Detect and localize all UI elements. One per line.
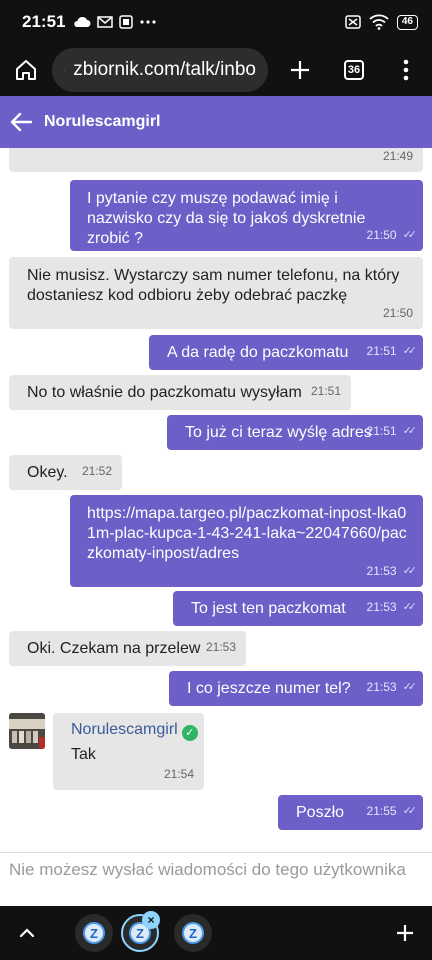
message-time: 21:50 xyxy=(382,306,413,320)
message-outgoing: To już ci teraz wyślę adres 21:51 ✓✓ xyxy=(167,415,423,450)
read-receipt-icon: ✓✓ xyxy=(402,425,418,437)
message-meta: 21:50 ✓✓ xyxy=(366,225,418,245)
tab-zbiornik-3[interactable]: Z xyxy=(174,914,212,952)
message-meta: 21:49 xyxy=(383,148,413,166)
status-notification-icons xyxy=(73,15,157,29)
message-sender[interactable]: Norulescamgirl ✓ xyxy=(71,720,204,741)
bottom-tab-strip: Z Z × Z xyxy=(0,906,432,960)
message-time: 21:53 xyxy=(366,680,397,694)
news-icon xyxy=(119,15,134,29)
message-meta: 21:51 ✓✓ xyxy=(366,421,418,441)
message-meta: 21:53 ✓✓ xyxy=(366,597,418,617)
message-meta: 21:55 ✓✓ xyxy=(366,801,418,821)
message-time: 21:49 xyxy=(382,149,413,163)
zbiornik-favicon-icon: Z xyxy=(182,922,204,944)
overflow-menu-icon xyxy=(403,59,409,81)
message-text: Tak xyxy=(71,746,96,763)
message-time: 21:51 xyxy=(310,384,341,398)
more-dots-icon xyxy=(140,20,157,24)
browser-toolbar: zbiornik.com/talk/inbo 36 xyxy=(0,44,432,96)
expand-tabs-button[interactable] xyxy=(14,920,40,946)
message-meta: 21:54 xyxy=(164,764,194,784)
status-bar: 21:51 46 xyxy=(0,0,432,44)
message-time: 21:53 xyxy=(205,640,236,654)
tab-switcher-icon: 36 xyxy=(344,60,364,80)
new-tab-button[interactable] xyxy=(282,52,318,88)
plus-icon xyxy=(397,925,413,941)
verified-icon: ✓ xyxy=(181,725,198,741)
close-tab-icon[interactable]: × xyxy=(142,911,160,929)
gmail-icon xyxy=(97,16,114,28)
no-reply-notice: Nie możesz wysłać wiadomości do tego uży… xyxy=(9,860,406,879)
message-outgoing: To jest ten paczkomat 21:53 ✓✓ xyxy=(173,591,423,626)
home-icon xyxy=(16,60,36,80)
tab-switcher-button[interactable]: 36 xyxy=(336,52,372,88)
zbiornik-favicon-icon: Z xyxy=(83,922,105,944)
message-outgoing: https://mapa.targeo.pl/paczkomat-inpost-… xyxy=(70,495,423,587)
message-time: 21:51 xyxy=(366,344,397,358)
back-arrow-icon[interactable] xyxy=(10,112,32,132)
message-time: 21:50 xyxy=(366,228,397,242)
chat-header: Norulescamgirl xyxy=(0,96,432,148)
message-incoming: Oki. Czekam na przelew 21:53 xyxy=(9,631,246,666)
new-tab-icon xyxy=(291,61,309,79)
status-system-icons: 46 xyxy=(345,14,418,30)
avatar[interactable] xyxy=(9,713,45,749)
status-time: 21:51 xyxy=(22,12,66,31)
message-text: No to właśnie do paczkomatu wysyłam xyxy=(27,384,302,401)
message-time: 21:53 xyxy=(366,564,397,578)
message-incoming: Norulescamgirl ✓ Tak 21:54 xyxy=(53,713,204,790)
battery-icon: 46 xyxy=(396,14,418,30)
read-receipt-icon: ✓✓ xyxy=(402,601,418,613)
message-incoming: Okey. 21:52 xyxy=(9,455,122,490)
site-info-icon[interactable] xyxy=(64,60,66,80)
chevron-up-icon xyxy=(19,928,35,938)
message-meta: 21:52 xyxy=(82,461,112,481)
tab-zbiornik-1[interactable]: Z xyxy=(75,914,113,952)
message-incoming: 21:49 xyxy=(9,148,423,172)
message-outgoing: Poszło 21:55 ✓✓ xyxy=(278,795,423,830)
read-receipt-icon: ✓✓ xyxy=(402,681,418,693)
message-meta: 21:53 ✓✓ xyxy=(366,561,418,581)
message-sender-name[interactable]: Norulescamgirl xyxy=(71,721,178,738)
message-outgoing: I co jeszcze numer tel? 21:53 ✓✓ xyxy=(169,671,423,706)
message-time: 21:55 xyxy=(366,804,397,818)
message-text: I pytanie czy muszę podawać imię i nazwi… xyxy=(87,190,366,247)
message-meta: 21:53 ✓✓ xyxy=(366,677,418,697)
silent-icon xyxy=(345,15,361,29)
read-receipt-icon: ✓✓ xyxy=(402,805,418,817)
home-button[interactable] xyxy=(8,52,44,88)
message-meta: 21:51 xyxy=(311,381,341,401)
message-time: 21:53 xyxy=(366,600,397,614)
message-incoming: No to właśnie do paczkomatu wysyłam 21:5… xyxy=(9,375,351,410)
message-text: Nie musisz. Wystarczy sam numer telefonu… xyxy=(27,267,400,304)
read-receipt-icon: ✓✓ xyxy=(402,229,418,241)
message-list[interactable]: 21:49 I pytanie czy muszę podawać imię i… xyxy=(0,148,432,852)
url-text[interactable]: zbiornik.com/talk/inbo xyxy=(73,59,256,81)
message-meta: 21:50 xyxy=(383,303,413,323)
overflow-menu-button[interactable] xyxy=(388,52,424,88)
message-time: 21:54 xyxy=(163,767,194,781)
message-time: 21:51 xyxy=(366,424,397,438)
message-meta: 21:53 xyxy=(206,637,236,657)
message-incoming: Nie musisz. Wystarczy sam numer telefonu… xyxy=(9,257,423,329)
cloud-icon xyxy=(74,16,91,27)
new-tab-strip-button[interactable] xyxy=(392,920,418,946)
divider xyxy=(0,852,432,853)
message-link[interactable]: https://mapa.targeo.pl/paczkomat-inpost-… xyxy=(87,504,411,564)
message-outgoing: I pytanie czy muszę podawać imię i nazwi… xyxy=(70,180,423,251)
message-outgoing: A da radę do paczkomatu 21:51 ✓✓ xyxy=(149,335,423,370)
read-receipt-icon: ✓✓ xyxy=(402,565,418,577)
read-receipt-icon: ✓✓ xyxy=(402,345,418,357)
address-bar[interactable]: zbiornik.com/talk/inbo xyxy=(52,48,268,92)
message-time: 21:52 xyxy=(81,464,112,478)
wifi-icon xyxy=(369,14,389,30)
message-meta: 21:51 ✓✓ xyxy=(366,341,418,361)
contact-name[interactable]: Norulescamgirl xyxy=(44,113,160,131)
